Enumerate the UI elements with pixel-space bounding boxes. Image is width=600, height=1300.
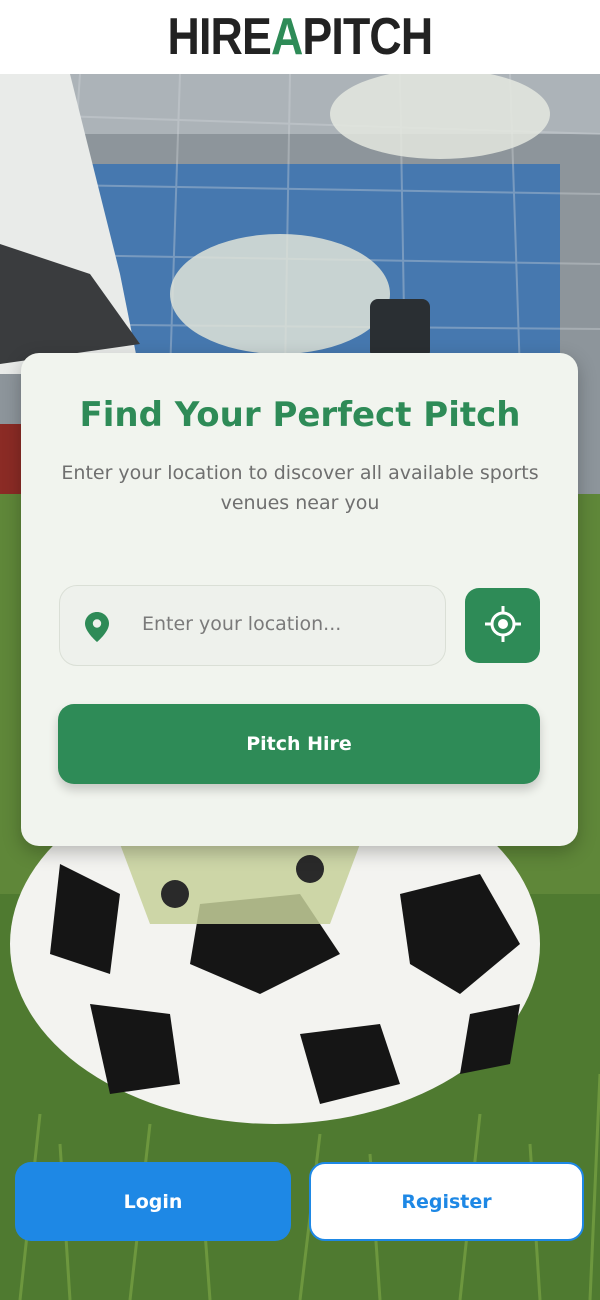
logo-text-hire: HIRE	[167, 8, 272, 66]
hireapitch-logo[interactable]: HIREAPITCH	[167, 8, 434, 66]
use-current-location-button[interactable]	[465, 588, 540, 663]
search-card-title: Find Your Perfect Pitch	[79, 395, 521, 435]
login-button[interactable]: Login	[15, 1162, 291, 1241]
search-card-subtitle: Enter your location to discover all avai…	[61, 462, 539, 514]
pitch-hire-button[interactable]: Pitch Hire	[58, 704, 540, 784]
map-pin-icon	[85, 612, 109, 642]
crosshair-gps-icon	[484, 605, 522, 647]
app-header: HIREAPITCH	[0, 0, 600, 74]
location-field[interactable]	[59, 585, 446, 666]
location-input[interactable]	[142, 613, 432, 635]
logo-text-pitch: PITCH	[302, 8, 433, 66]
register-button[interactable]: Register	[309, 1162, 584, 1241]
logo-text-accent: A	[271, 8, 303, 66]
